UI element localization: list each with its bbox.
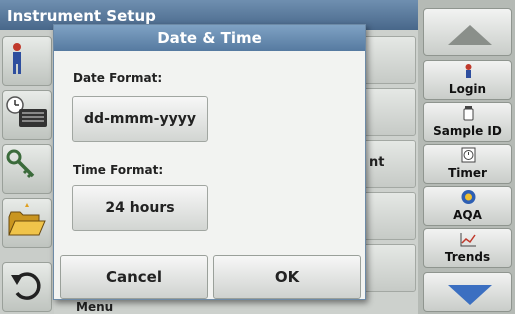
operator-icon bbox=[13, 43, 21, 74]
time-format-field[interactable]: 24 hours bbox=[72, 185, 208, 231]
timer-icon bbox=[424, 147, 511, 163]
arrow-down-icon bbox=[448, 285, 492, 305]
aqa-label: AQA bbox=[453, 208, 482, 222]
right-toolbar: Login Sample ID Timer AQA Trends bbox=[418, 0, 515, 314]
security-button[interactable] bbox=[2, 144, 52, 194]
operator-button[interactable] bbox=[2, 36, 52, 86]
menu-label: Menu bbox=[76, 300, 114, 314]
scroll-down-button[interactable] bbox=[423, 272, 512, 312]
timer-button[interactable]: Timer bbox=[423, 144, 512, 184]
date-time-button[interactable] bbox=[2, 90, 52, 140]
back-button[interactable] bbox=[2, 262, 52, 312]
arrow-up-icon bbox=[448, 25, 492, 45]
timer-label: Timer bbox=[448, 166, 487, 180]
setup-row-3-text: nt bbox=[369, 155, 385, 170]
back-arrow-icon bbox=[11, 272, 41, 300]
cancel-button[interactable]: Cancel bbox=[60, 255, 208, 299]
trends-chart-icon bbox=[424, 231, 511, 247]
data-management-button[interactable] bbox=[2, 198, 52, 248]
scroll-up-button[interactable] bbox=[423, 8, 512, 56]
person-icon bbox=[424, 63, 511, 79]
date-format-field[interactable]: dd-mmm-yyyy bbox=[72, 96, 208, 142]
trends-button[interactable]: Trends bbox=[423, 228, 512, 268]
sample-id-button[interactable]: Sample ID bbox=[423, 102, 512, 142]
login-label: Login bbox=[448, 82, 487, 96]
time-format-label: Time Format: bbox=[73, 163, 164, 177]
login-button[interactable]: Login bbox=[423, 60, 512, 100]
date-format-label: Date Format: bbox=[73, 71, 163, 85]
sample-id-label: Sample ID bbox=[433, 124, 502, 138]
dialog-title: Date & Time bbox=[54, 25, 365, 51]
key-icon bbox=[6, 149, 35, 179]
left-toolbar bbox=[0, 30, 54, 314]
trends-label: Trends bbox=[444, 250, 491, 264]
instrument-screen: Instrument Setup nt Menu Login Sample ID… bbox=[0, 0, 515, 314]
aqa-icon bbox=[424, 189, 511, 205]
folder-icon bbox=[8, 203, 46, 236]
aqa-button[interactable]: AQA bbox=[423, 186, 512, 226]
ok-button[interactable]: OK bbox=[213, 255, 361, 299]
sample-bottle-icon bbox=[424, 105, 511, 121]
clock-keyboard-icon bbox=[6, 96, 47, 127]
date-time-dialog: Date & Time Date Format: dd-mmm-yyyy Tim… bbox=[53, 24, 366, 300]
